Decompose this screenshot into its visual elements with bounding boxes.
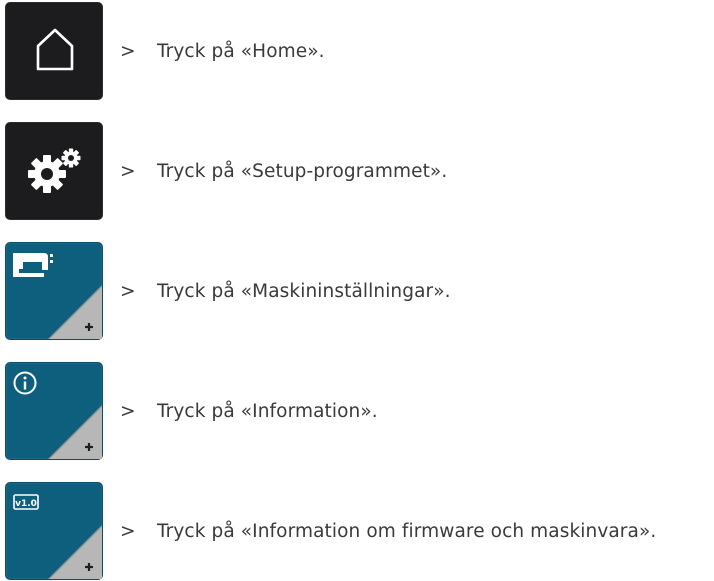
home-button[interactable] bbox=[5, 2, 103, 100]
firmware-info-button[interactable]: v1.0 bbox=[5, 482, 103, 580]
arrow-marker: > bbox=[120, 280, 136, 302]
step-instruction: > Tryck på «Maskininställningar». bbox=[120, 281, 451, 302]
machine-settings-button[interactable] bbox=[5, 242, 103, 340]
arrow-marker: > bbox=[120, 520, 136, 542]
version-label: v1.0 bbox=[15, 499, 37, 509]
step-home: > Tryck på «Home». bbox=[5, 2, 325, 100]
step-setup: > Tryck på «Setup-programmet». bbox=[5, 122, 447, 220]
arrow-marker: > bbox=[120, 400, 136, 422]
info-icon bbox=[13, 371, 102, 459]
instruction-text: Tryck på «Information om firmware och ma… bbox=[157, 520, 657, 542]
step-firmware-info: v1.0 > Tryck på «Information om firmware… bbox=[5, 482, 656, 580]
step-instruction: > Tryck på «Home». bbox=[120, 41, 325, 62]
instruction-text: Tryck på «Maskininställningar». bbox=[157, 280, 451, 302]
step-machine-settings: > Tryck på «Maskininställningar». bbox=[5, 242, 451, 340]
instruction-text: Tryck på «Information». bbox=[157, 400, 378, 422]
arrow-marker: > bbox=[120, 40, 136, 62]
home-icon bbox=[36, 28, 74, 71]
sewing-machine-icon bbox=[13, 253, 102, 339]
setup-button[interactable] bbox=[5, 122, 103, 220]
step-instruction: > Tryck på «Information om firmware och … bbox=[120, 521, 656, 542]
step-instruction: > Tryck på «Setup-programmet». bbox=[120, 161, 447, 182]
arrow-marker: > bbox=[120, 160, 136, 182]
step-instruction: > Tryck på «Information». bbox=[120, 401, 378, 422]
gears-icon bbox=[28, 148, 81, 193]
instruction-text: Tryck på «Setup-programmet». bbox=[157, 160, 448, 182]
information-button[interactable] bbox=[5, 362, 103, 460]
instruction-text: Tryck på «Home». bbox=[157, 40, 325, 62]
version-icon: v1.0 bbox=[13, 494, 102, 579]
step-information: > Tryck på «Information». bbox=[5, 362, 378, 460]
